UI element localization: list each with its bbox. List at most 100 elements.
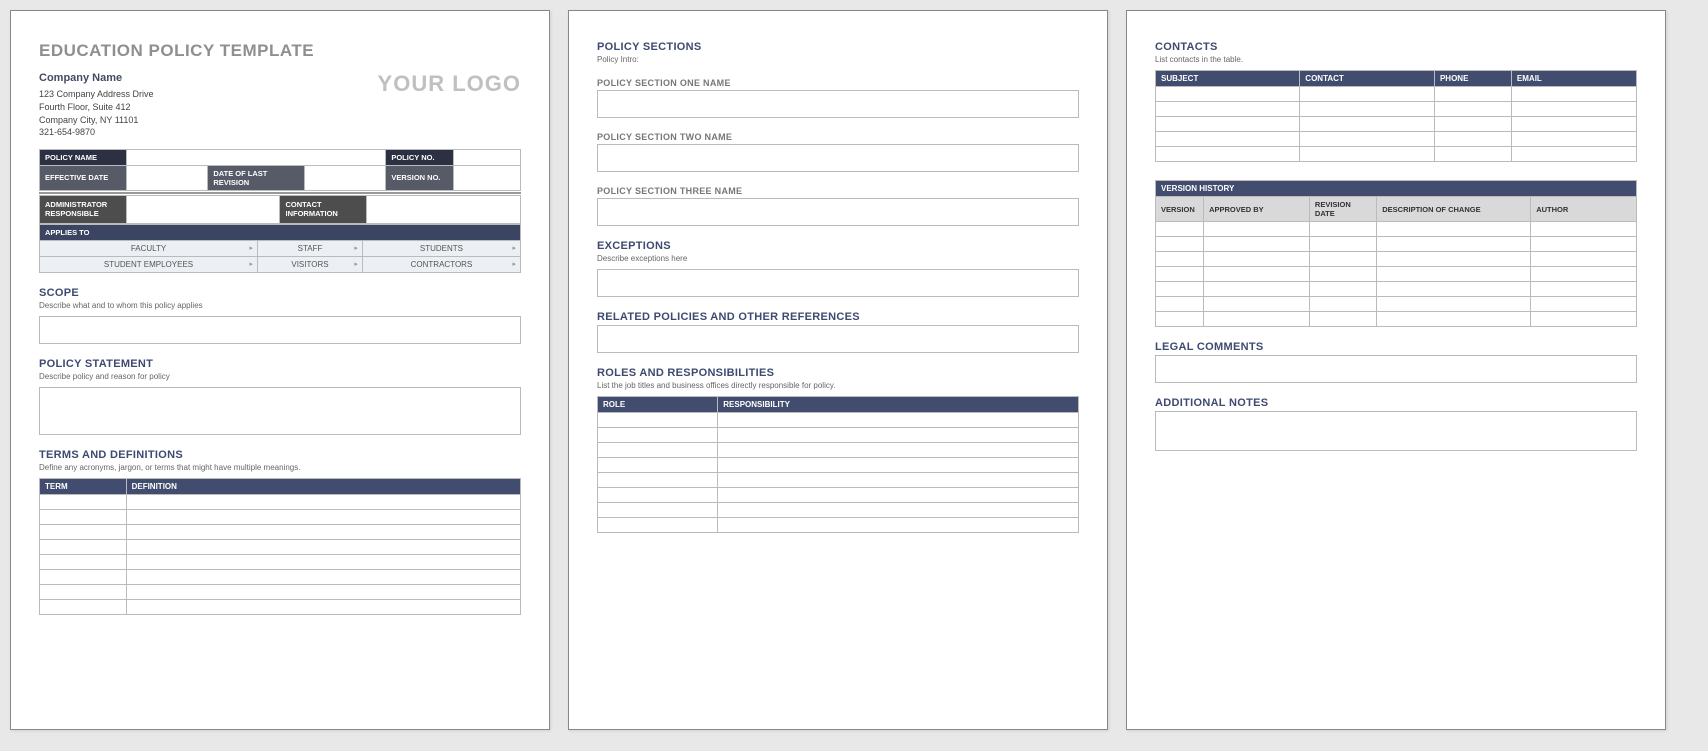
input-scope[interactable] [39,316,521,344]
table-cell[interactable] [40,509,127,524]
table-cell[interactable] [1309,282,1376,297]
field-last-revision[interactable] [304,165,386,190]
table-cell[interactable] [1434,87,1511,102]
table-cell[interactable] [40,584,127,599]
input-section-2[interactable] [597,144,1079,172]
table-cell[interactable] [1156,282,1204,297]
table-cell[interactable] [718,428,1079,443]
input-exceptions[interactable] [597,269,1079,297]
table-cell[interactable] [1156,252,1204,267]
table-cell[interactable] [1309,222,1376,237]
table-cell[interactable] [126,584,520,599]
table-cell[interactable] [1300,102,1435,117]
table-cell[interactable] [40,494,127,509]
table-cell[interactable] [1204,237,1310,252]
table-cell[interactable] [598,428,718,443]
table-cell[interactable] [1377,297,1531,312]
table-cell[interactable] [718,458,1079,473]
table-cell[interactable] [1156,222,1204,237]
field-effective-date[interactable] [126,165,208,190]
applies-student-employees[interactable]: STUDENT EMPLOYEES▸ [40,256,258,272]
field-contact-info[interactable] [367,195,521,223]
table-cell[interactable] [1511,132,1636,147]
table-cell[interactable] [40,554,127,569]
table-cell[interactable] [1511,87,1636,102]
field-version-no[interactable] [453,165,520,190]
table-cell[interactable] [718,443,1079,458]
table-cell[interactable] [1377,237,1531,252]
table-cell[interactable] [1434,147,1511,162]
table-cell[interactable] [126,569,520,584]
table-cell[interactable] [598,458,718,473]
table-cell[interactable] [718,473,1079,488]
table-cell[interactable] [718,488,1079,503]
table-cell[interactable] [1300,132,1435,147]
table-cell[interactable] [1434,102,1511,117]
table-cell[interactable] [718,413,1079,428]
applies-faculty[interactable]: FACULTY▸ [40,240,258,256]
table-cell[interactable] [1377,267,1531,282]
table-cell[interactable] [1204,252,1310,267]
applies-staff[interactable]: STAFF▸ [258,240,363,256]
table-cell[interactable] [718,518,1079,533]
table-cell[interactable] [1377,252,1531,267]
table-cell[interactable] [1309,297,1376,312]
table-cell[interactable] [1531,297,1637,312]
input-notes[interactable] [1155,411,1637,451]
table-cell[interactable] [1156,102,1300,117]
table-cell[interactable] [1204,312,1310,327]
table-cell[interactable] [718,503,1079,518]
applies-contractors[interactable]: CONTRACTORS▸ [362,256,520,272]
table-cell[interactable] [1309,267,1376,282]
table-cell[interactable] [1156,312,1204,327]
table-cell[interactable] [1377,282,1531,297]
table-cell[interactable] [1156,87,1300,102]
table-cell[interactable] [40,569,127,584]
table-cell[interactable] [1531,312,1637,327]
field-admin-responsible[interactable] [126,195,280,223]
table-cell[interactable] [598,503,718,518]
table-cell[interactable] [1531,237,1637,252]
input-section-1[interactable] [597,90,1079,118]
table-cell[interactable] [126,539,520,554]
input-policy-statement[interactable] [39,387,521,435]
table-cell[interactable] [1434,132,1511,147]
table-cell[interactable] [1309,312,1376,327]
table-cell[interactable] [1377,312,1531,327]
table-cell[interactable] [1511,117,1636,132]
table-cell[interactable] [1156,147,1300,162]
table-cell[interactable] [1204,267,1310,282]
input-legal[interactable] [1155,355,1637,383]
table-cell[interactable] [1300,147,1435,162]
table-cell[interactable] [40,524,127,539]
table-cell[interactable] [126,494,520,509]
table-cell[interactable] [40,539,127,554]
field-policy-no[interactable] [453,149,520,165]
table-cell[interactable] [126,509,520,524]
table-cell[interactable] [126,554,520,569]
table-cell[interactable] [1309,252,1376,267]
table-cell[interactable] [598,443,718,458]
table-cell[interactable] [1156,132,1300,147]
table-cell[interactable] [1156,117,1300,132]
table-cell[interactable] [1156,297,1204,312]
table-cell[interactable] [598,518,718,533]
input-section-3[interactable] [597,198,1079,226]
table-cell[interactable] [1309,237,1376,252]
table-cell[interactable] [1204,282,1310,297]
table-cell[interactable] [1377,222,1531,237]
table-cell[interactable] [40,599,127,614]
table-cell[interactable] [1531,222,1637,237]
table-cell[interactable] [598,488,718,503]
field-policy-name[interactable] [126,149,386,165]
applies-visitors[interactable]: VISITORS▸ [258,256,363,272]
table-cell[interactable] [1531,267,1637,282]
table-cell[interactable] [1511,147,1636,162]
input-related[interactable] [597,325,1079,353]
table-cell[interactable] [1300,87,1435,102]
table-cell[interactable] [1156,267,1204,282]
table-cell[interactable] [1156,237,1204,252]
table-cell[interactable] [598,473,718,488]
table-cell[interactable] [1434,117,1511,132]
table-cell[interactable] [126,524,520,539]
